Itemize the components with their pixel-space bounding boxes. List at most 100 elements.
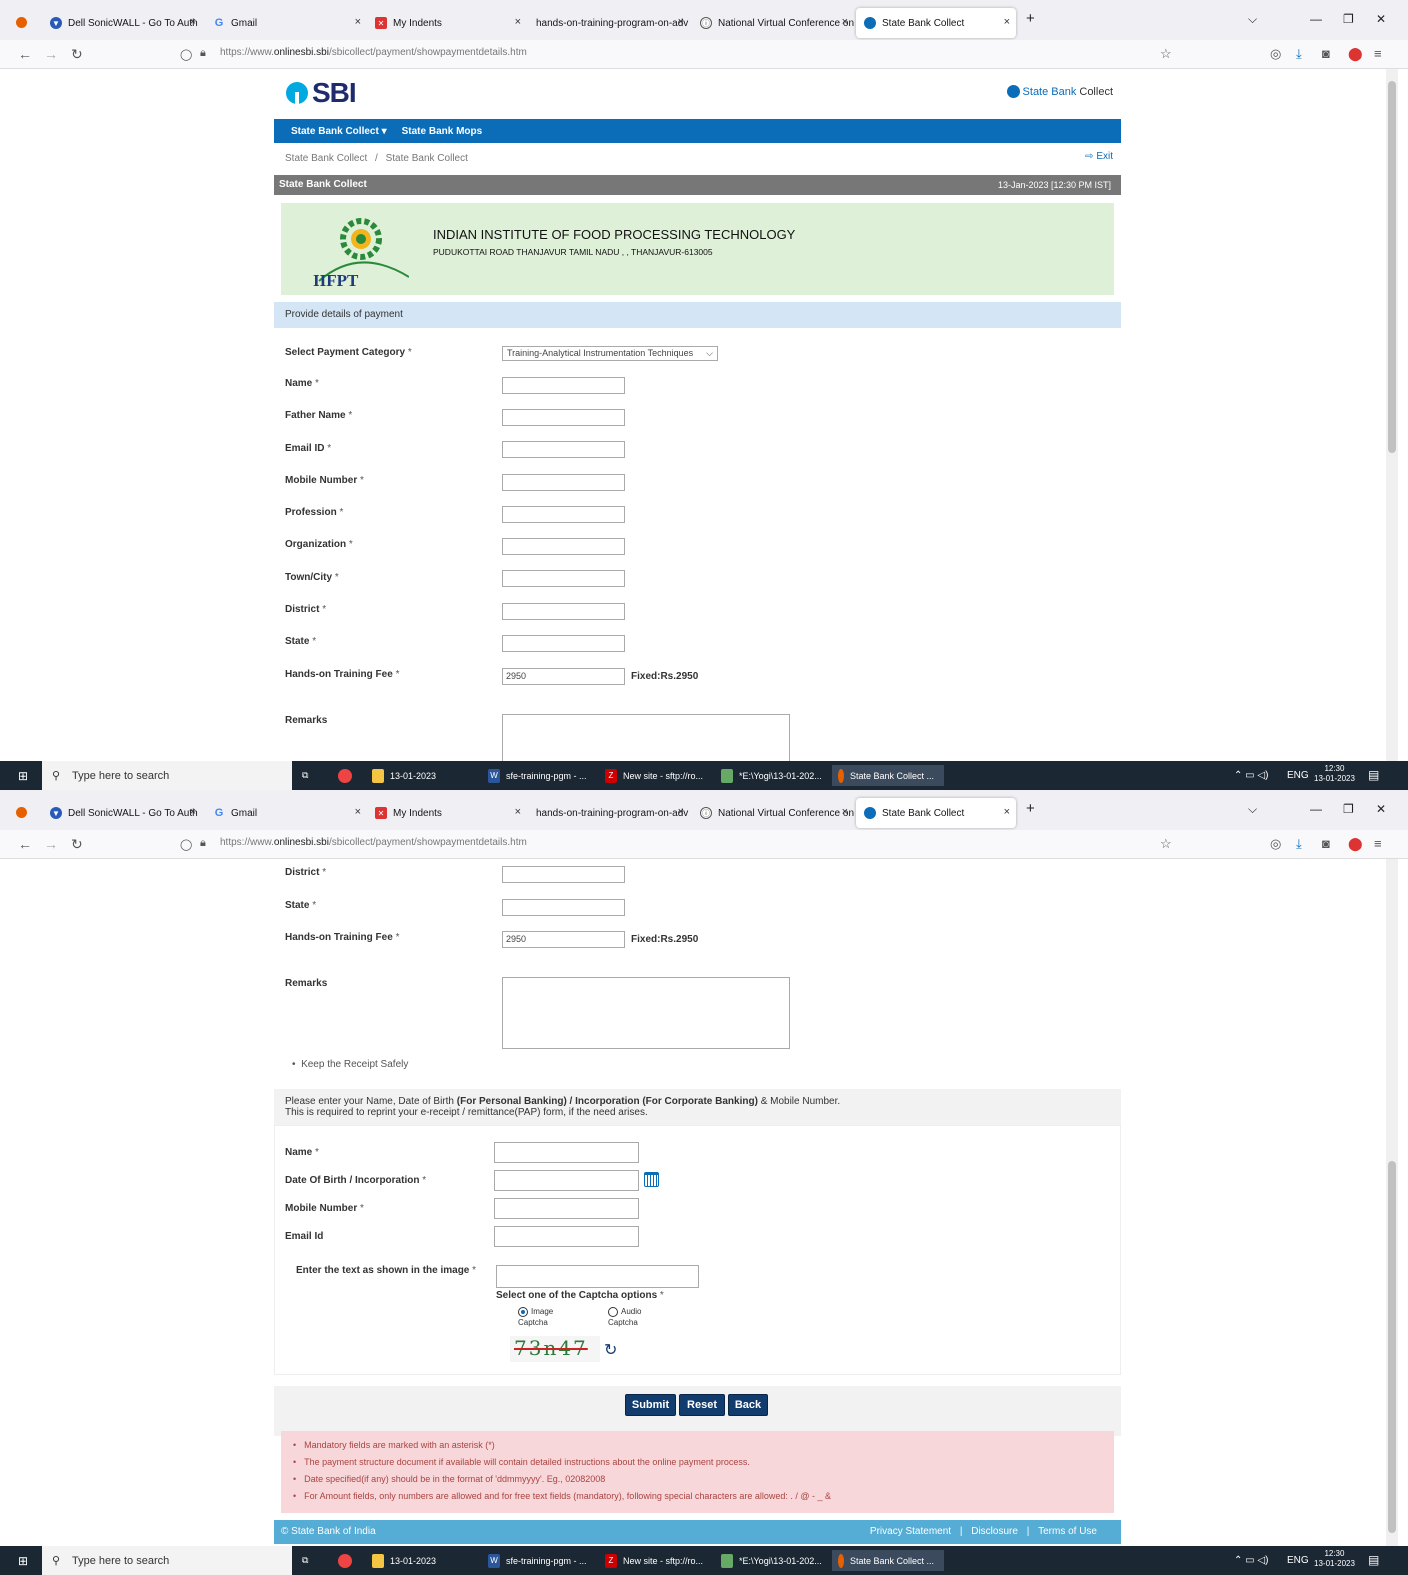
reload-icon[interactable]: ↻ (71, 46, 83, 63)
new-tab-button[interactable]: + (1026, 10, 1035, 27)
calendar-icon[interactable] (644, 1172, 659, 1187)
tab-sonicwall[interactable]: ▼ Dell SonicWALL - Go To Auth × (42, 8, 202, 38)
lock-icon[interactable]: 🔒︎ (200, 837, 206, 850)
minimize-button[interactable]: — (1310, 12, 1322, 26)
scrollbar[interactable] (1386, 859, 1398, 1546)
name-input[interactable] (502, 377, 625, 394)
organization-input[interactable] (502, 538, 625, 555)
restore-button[interactable]: ❐ (1343, 802, 1354, 816)
close-icon[interactable]: × (190, 806, 196, 818)
close-icon[interactable]: × (842, 16, 848, 28)
back-icon[interactable]: ← (18, 46, 32, 62)
father-name-input[interactable] (502, 409, 625, 426)
taskbar-app-active[interactable]: State Bank Collect ... (832, 1550, 944, 1571)
forward-icon[interactable]: → (44, 46, 58, 62)
reload-icon[interactable]: ↻ (71, 836, 83, 853)
download-icon[interactable]: ⤓ (1296, 836, 1302, 852)
pocket-icon[interactable]: ◎ (1270, 46, 1281, 62)
privacy-link[interactable]: Privacy Statement (870, 1526, 951, 1537)
refresh-captcha-icon[interactable]: ↻ (604, 1340, 617, 1360)
clock[interactable]: 12:30 13-01-2023 (1314, 1549, 1355, 1569)
tab-my-indents[interactable]: ✕ My Indents × (367, 8, 527, 38)
chrome-icon[interactable] (338, 1550, 358, 1571)
taskbar-app-active[interactable]: State Bank Collect ... (832, 765, 944, 786)
tab-gmail[interactable]: G Gmail × (205, 798, 367, 828)
firefox-menu-icon[interactable] (16, 807, 27, 818)
taskbar-search[interactable]: ⚲ Type here to search (42, 761, 292, 790)
scrollbar[interactable] (1386, 69, 1398, 761)
disclosure-link[interactable]: Disclosure (971, 1526, 1018, 1537)
bookmark-star-icon[interactable]: ☆ (1160, 46, 1172, 62)
mobile-input[interactable] (502, 474, 625, 491)
breadcrumb-item[interactable]: State Bank Collect (285, 153, 367, 164)
radio-unselected-icon[interactable] (608, 1306, 618, 1317)
district-input[interactable] (502, 603, 625, 620)
close-icon[interactable]: × (678, 806, 684, 818)
shield-icon[interactable]: ◯ (180, 48, 192, 61)
menu-icon[interactable]: ≡ (1374, 836, 1382, 851)
taskbar-app[interactable]: Wsfe-training-pgm - ... (488, 1550, 587, 1571)
taskbar-app[interactable]: Z New site - sftp://ro... (605, 1550, 703, 1571)
terms-link[interactable]: Terms of Use (1038, 1526, 1097, 1537)
tab-state-bank-collect[interactable]: State Bank Collect × (856, 8, 1016, 38)
adblock-icon[interactable]: ⬤ (1348, 46, 1363, 62)
url-bar[interactable]: https://www.onlinesbi.sbi/sbicollect/pay… (220, 47, 527, 58)
close-icon[interactable]: × (190, 16, 196, 28)
remarks-textarea[interactable] (502, 977, 790, 1049)
captcha-input[interactable] (496, 1265, 699, 1288)
windows-start-icon[interactable]: ⊞ (18, 769, 28, 783)
tab-conference[interactable]: ⓘ National Virtual Conference on × (692, 8, 854, 38)
fee-input[interactable]: 2950 (502, 931, 625, 948)
town-input[interactable] (502, 570, 625, 587)
tab-my-indents[interactable]: ✕ My Indents × (367, 798, 527, 828)
task-view-icon[interactable]: ⧉ (302, 765, 308, 786)
tab-hands-on[interactable]: hands-on-training-program-on-adv × (528, 8, 690, 38)
reprint-name-input[interactable] (494, 1142, 639, 1163)
close-icon[interactable]: × (842, 806, 848, 818)
minimize-button[interactable]: — (1310, 802, 1322, 816)
close-icon[interactable]: × (678, 16, 684, 28)
url-bar[interactable]: https://www.onlinesbi.sbi/sbicollect/pay… (220, 837, 527, 848)
menu-state-bank-collect[interactable]: State Bank Collect ▾ (291, 126, 387, 137)
sbi-logo[interactable]: SBI (286, 77, 357, 109)
tab-conference[interactable]: ⓘ National Virtual Conference on × (692, 798, 854, 828)
new-tab-button[interactable]: + (1026, 800, 1035, 817)
taskbar-app[interactable]: 13-01-2023 (372, 765, 436, 786)
payment-category-select[interactable]: Training-Analytical Instrumentation Tech… (502, 346, 718, 361)
bookmark-star-icon[interactable]: ☆ (1160, 836, 1172, 852)
fee-input[interactable]: 2950 (502, 668, 625, 685)
close-window-button[interactable]: ✕ (1376, 802, 1386, 816)
download-icon[interactable]: ⤓ (1296, 46, 1302, 62)
close-icon[interactable]: × (515, 806, 521, 818)
taskbar-app[interactable]: Z New site - sftp://ro... (605, 765, 703, 786)
notification-icon[interactable]: ▤ (1368, 1553, 1379, 1567)
state-input[interactable] (502, 899, 625, 916)
windows-start-icon[interactable]: ⊞ (18, 1554, 28, 1568)
scrollbar-thumb[interactable] (1388, 1161, 1396, 1533)
exit-link[interactable]: ⇨ Exit (1085, 151, 1113, 162)
tab-hands-on[interactable]: hands-on-training-program-on-adv × (528, 798, 690, 828)
profession-input[interactable] (502, 506, 625, 523)
clock[interactable]: 12:30 13-01-2023 (1314, 764, 1355, 784)
reprint-email-input[interactable] (494, 1226, 639, 1247)
reset-button[interactable]: Reset (679, 1394, 725, 1416)
task-view-icon[interactable]: ⧉ (302, 1550, 308, 1571)
close-icon[interactable]: × (515, 16, 521, 28)
notification-icon[interactable]: ▤ (1368, 768, 1379, 782)
scrollbar-thumb[interactable] (1388, 81, 1396, 453)
radio-selected-icon[interactable] (518, 1306, 528, 1317)
taskbar-app[interactable]: *E:\Yogi\13-01-202... (721, 765, 822, 786)
tray-icons[interactable]: ⌃ ▭ ◁) (1234, 1555, 1268, 1566)
menu-icon[interactable]: ≡ (1374, 46, 1382, 61)
menu-state-bank-mops[interactable]: State Bank Mops (402, 126, 483, 137)
restore-button[interactable]: ❐ (1343, 12, 1354, 26)
taskbar-app[interactable]: *E:\Yogi\13-01-202... (721, 1550, 822, 1571)
extension-icon[interactable]: ◙ (1322, 836, 1330, 851)
taskbar-app[interactable]: 13-01-2023 (372, 1550, 436, 1571)
image-captcha-option[interactable]: Image Captcha (518, 1306, 553, 1328)
close-icon[interactable]: × (1004, 806, 1010, 818)
extension-icon[interactable]: ◙ (1322, 46, 1330, 61)
back-button[interactable]: Back (728, 1394, 768, 1416)
submit-button[interactable]: Submit (625, 1394, 676, 1416)
reprint-mobile-input[interactable] (494, 1198, 639, 1219)
